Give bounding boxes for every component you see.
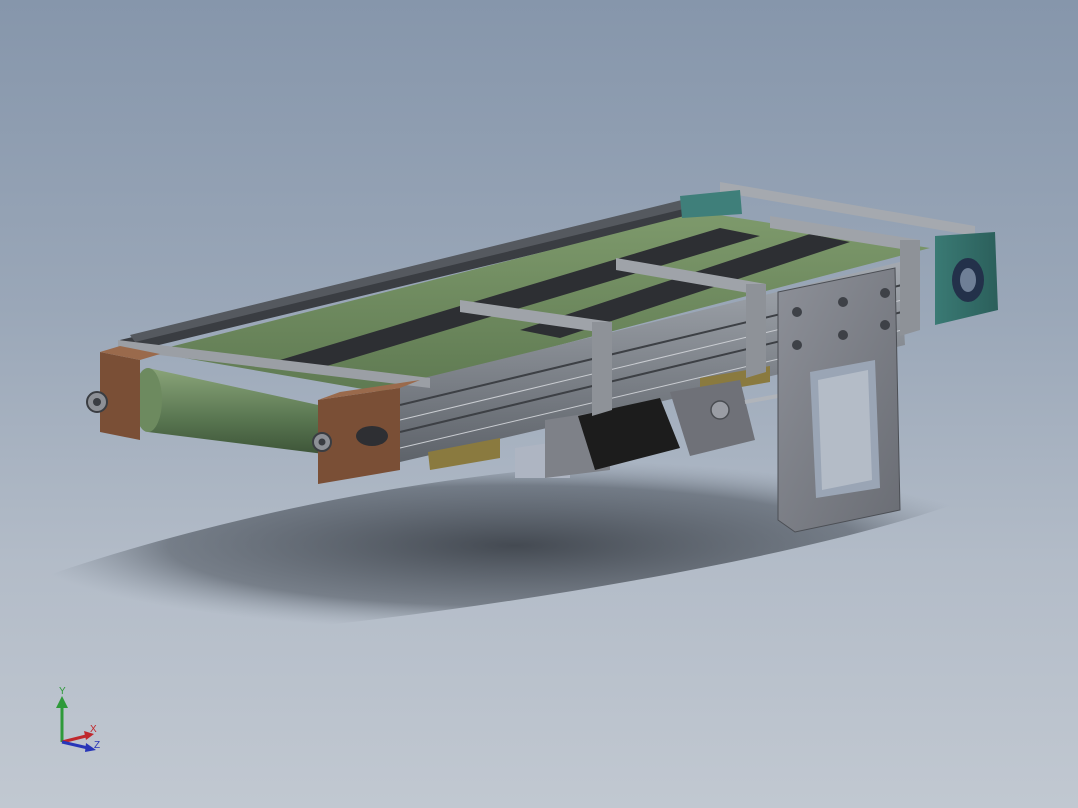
z-axis-line <box>61 740 89 750</box>
z-axis-label: Z <box>94 740 100 751</box>
y-axis-label: Y <box>59 686 66 697</box>
y-axis-arrow <box>56 696 68 708</box>
conveyor-model[interactable] <box>0 0 1078 808</box>
idler-roller <box>134 368 332 455</box>
x-axis-label: X <box>90 724 97 735</box>
x-axis-line <box>61 734 87 744</box>
view-orientation-triad[interactable]: Y X Z <box>48 684 112 756</box>
mounting-plate <box>777 267 901 533</box>
cad-viewport[interactable]: Y X Z <box>0 0 1078 808</box>
